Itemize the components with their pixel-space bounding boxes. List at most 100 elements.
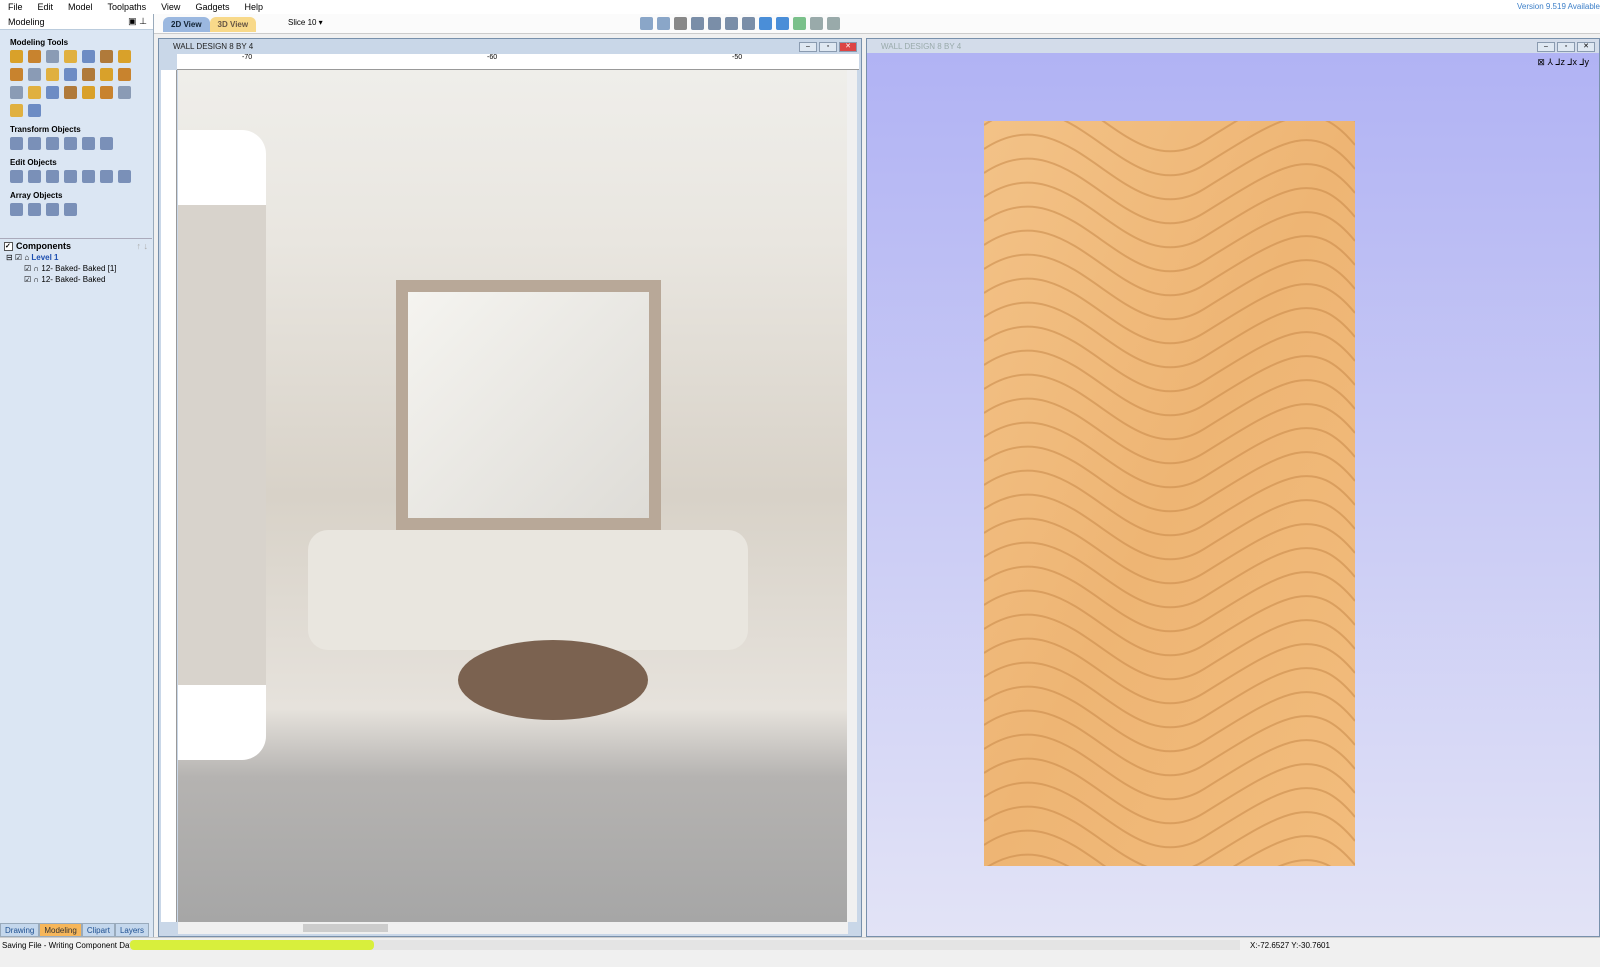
tool-icon[interactable] <box>64 86 77 99</box>
tool-icon[interactable] <box>46 86 59 99</box>
tool-icon[interactable] <box>82 68 95 81</box>
minimize-button[interactable]: – <box>1537 42 1555 52</box>
tool-icon[interactable] <box>46 50 59 63</box>
tool-icon[interactable] <box>100 68 113 81</box>
tab-3d-view[interactable]: 3D View <box>209 17 257 32</box>
tool-icon[interactable] <box>28 170 41 183</box>
zoom-icon[interactable] <box>725 17 738 30</box>
tool-icon[interactable] <box>100 137 113 150</box>
menu-file[interactable]: File <box>0 2 30 12</box>
tool-icon[interactable] <box>28 86 41 99</box>
tool-icon[interactable] <box>64 170 77 183</box>
tool-icon[interactable] <box>10 137 23 150</box>
tool-icon[interactable] <box>64 137 77 150</box>
tool-icon[interactable] <box>100 50 113 63</box>
progress-fill <box>130 940 375 950</box>
layout-icon[interactable] <box>810 17 823 30</box>
tree-item-level[interactable]: ⊟ ☑ ⌂ Level 1 <box>6 253 152 264</box>
menu-help[interactable]: Help <box>236 2 270 12</box>
maximize-button[interactable]: ▫ <box>819 42 837 52</box>
phone-overlay <box>178 130 266 760</box>
transform-tool-icons <box>0 137 150 150</box>
wall-panel-image <box>396 280 661 530</box>
3d-model-wood-panel <box>984 121 1355 866</box>
tool-icon[interactable] <box>46 203 59 216</box>
tab-layers[interactable]: Layers <box>114 923 149 937</box>
shield-icon[interactable] <box>793 17 806 30</box>
section-transform-objects: Transform Objects <box>10 125 81 134</box>
progress-bar <box>130 940 1240 950</box>
tree-item-component[interactable]: ☑ ∩ 12- Baked- Baked [1] <box>6 264 152 275</box>
tool-icon[interactable] <box>46 170 59 183</box>
section-modeling-tools: Modeling Tools <box>10 38 69 47</box>
tool-icon[interactable] <box>82 50 95 63</box>
tool-icon[interactable] <box>46 137 59 150</box>
snap-icon[interactable] <box>759 17 772 30</box>
tool-icon[interactable] <box>28 203 41 216</box>
components-checkbox[interactable]: ✓ <box>4 241 13 251</box>
zoom-icon[interactable] <box>708 17 721 30</box>
menu-model[interactable]: Model <box>60 2 100 12</box>
move-up-icon[interactable]: ↑ ↓ <box>136 241 148 251</box>
tool-icon[interactable] <box>10 68 23 81</box>
vertical-scrollbar[interactable] <box>847 70 857 922</box>
cursor-coordinates: X:-72.6527 Y:-30.7601 <box>1250 941 1330 950</box>
version-link[interactable]: Version 9.519 Available <box>1517 2 1600 11</box>
components-label: Components <box>16 241 71 251</box>
view-icon[interactable] <box>640 17 653 30</box>
3d-view-orientation-icons[interactable]: ⊠ ⅄ ⅃z ⅃x ⅃y <box>1537 57 1589 68</box>
menu-edit[interactable]: Edit <box>30 2 61 12</box>
tab-drawing[interactable]: Drawing <box>0 923 40 937</box>
minimize-button[interactable]: – <box>799 42 817 52</box>
tool-icon[interactable] <box>28 50 41 63</box>
tool-icon[interactable] <box>100 86 113 99</box>
layout-icon[interactable] <box>827 17 840 30</box>
tree-item-component[interactable]: ☑ ∩ 12- Baked- Baked <box>6 275 152 286</box>
3d-view-window: WALL DESIGN 8 BY 4 – ▫ ✕ ⊠ ⅄ ⅃z ⅃x ⅃y <box>866 38 1600 937</box>
tool-icon[interactable] <box>82 137 95 150</box>
section-array-objects: Array Objects <box>10 191 63 200</box>
maximize-button[interactable]: ▫ <box>1557 42 1575 52</box>
tab-2d-view[interactable]: 2D View <box>163 17 210 32</box>
tool-icon[interactable] <box>10 170 23 183</box>
tool-icon[interactable] <box>10 104 23 117</box>
close-button[interactable]: ✕ <box>839 42 857 52</box>
reference-image <box>178 70 848 922</box>
snap-icon[interactable] <box>776 17 789 30</box>
tool-icon[interactable] <box>10 50 23 63</box>
menu-view[interactable]: View <box>153 2 187 12</box>
tool-icon[interactable] <box>118 68 131 81</box>
tool-icon[interactable] <box>64 203 77 216</box>
tab-clipart[interactable]: Clipart <box>81 923 115 937</box>
modeling-panel: Modeling ▣ ⊥ Modeling Tools Transform Ob… <box>0 14 154 937</box>
zoom-icon[interactable] <box>742 17 755 30</box>
status-message: Saving File - Writing Component Data <box>2 941 137 950</box>
tool-icon[interactable] <box>46 68 59 81</box>
tool-icon[interactable] <box>10 203 23 216</box>
tool-icon[interactable] <box>82 86 95 99</box>
tool-icon[interactable] <box>100 170 113 183</box>
menu-toolpaths[interactable]: Toolpaths <box>100 2 154 12</box>
view-icon[interactable] <box>657 17 670 30</box>
tool-icon[interactable] <box>28 137 41 150</box>
tool-icon[interactable] <box>28 104 41 117</box>
tool-icon[interactable] <box>82 170 95 183</box>
grid-icon[interactable] <box>674 17 687 30</box>
pin-icon[interactable]: ▣ ⊥ <box>128 16 147 27</box>
tool-icon[interactable] <box>118 50 131 63</box>
tool-icon[interactable] <box>10 86 23 99</box>
tool-icon[interactable] <box>118 170 131 183</box>
modeling-tool-icons <box>0 50 150 117</box>
section-edit-objects: Edit Objects <box>10 158 57 167</box>
tab-modeling[interactable]: Modeling <box>39 923 82 937</box>
zoom-icon[interactable] <box>691 17 704 30</box>
tool-icon[interactable] <box>64 68 77 81</box>
tool-icon[interactable] <box>28 68 41 81</box>
horizontal-scrollbar[interactable] <box>178 922 848 934</box>
tool-icon[interactable] <box>64 50 77 63</box>
slice-dropdown[interactable]: Slice 10 ▾ <box>288 18 323 27</box>
close-button[interactable]: ✕ <box>1577 42 1595 52</box>
coffee-table-image <box>458 640 648 720</box>
tool-icon[interactable] <box>118 86 131 99</box>
menu-gadgets[interactable]: Gadgets <box>187 2 236 12</box>
